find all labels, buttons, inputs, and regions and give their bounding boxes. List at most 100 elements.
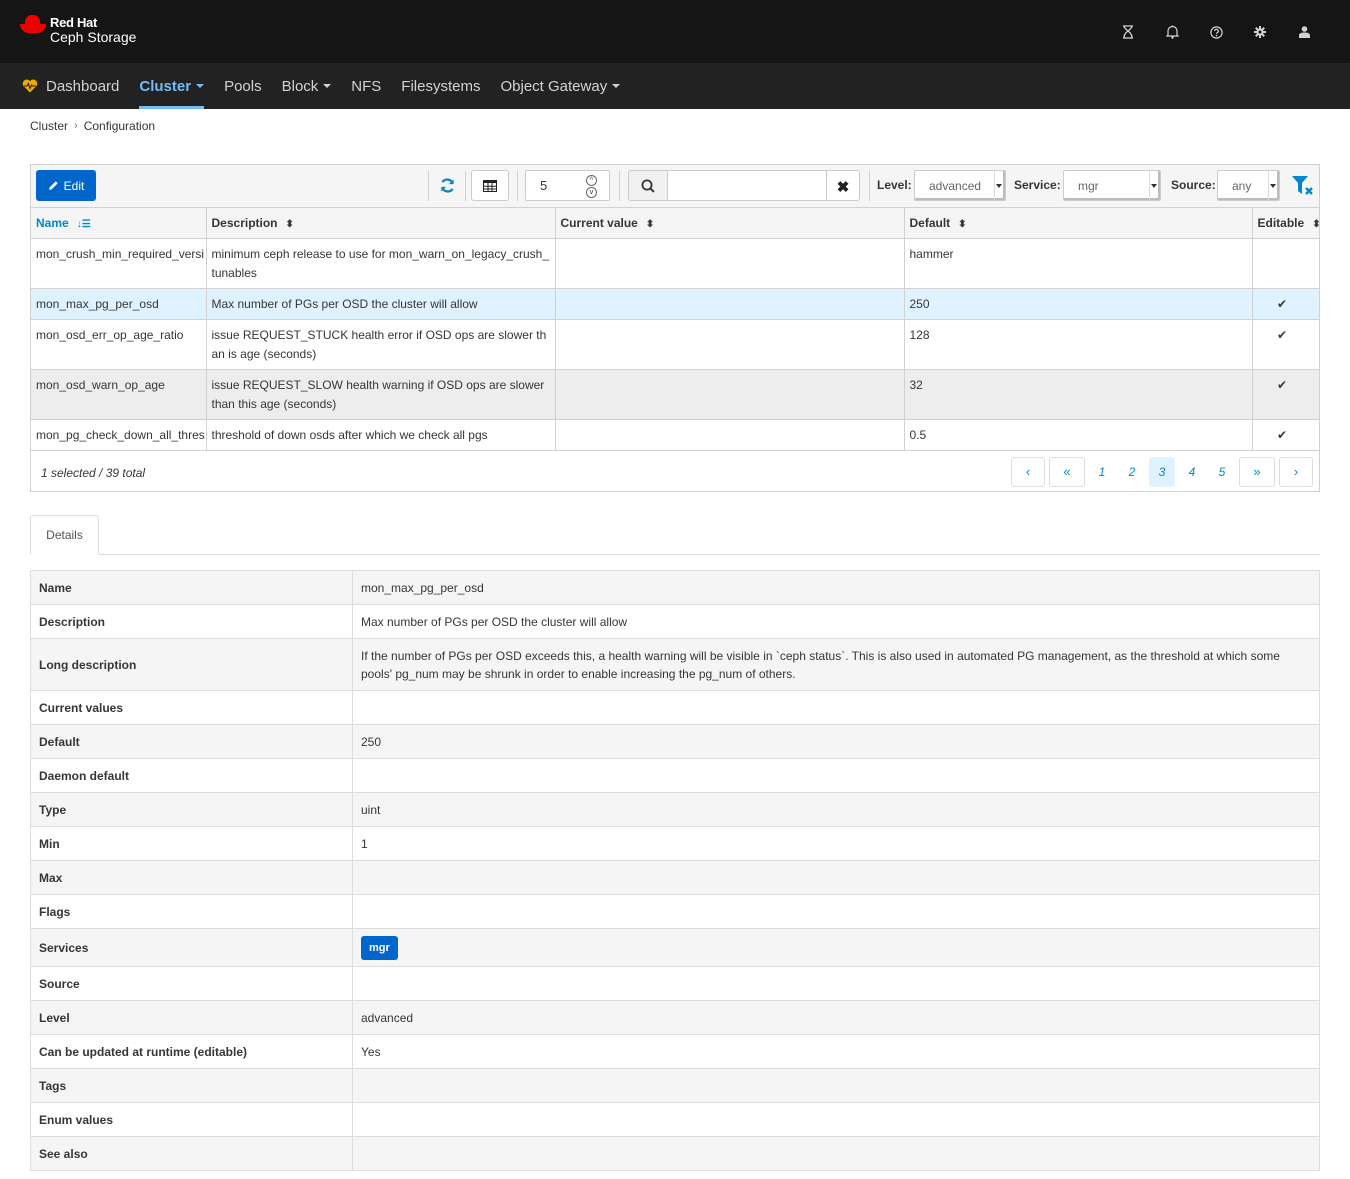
check-icon: ✔ [1252,319,1320,370]
bell-icon[interactable] [1150,21,1194,43]
detail-row: Source [30,966,1320,1001]
detail-key: Enum values [30,1102,353,1137]
dropdown-arrow-icon [1151,184,1157,188]
refresh-button[interactable] [437,175,457,195]
nav-block[interactable]: Block [272,63,342,109]
table-row[interactable]: mon_osd_err_op_age_ratio issue REQUEST_S… [31,319,1320,370]
cell-name: mon_crush_min_required_versi [31,238,207,289]
column-header-description[interactable]: Description ⬍ [206,208,556,239]
edit-button[interactable]: Edit [36,170,96,201]
detail-key: Long description [30,638,353,691]
nav-object-gateway[interactable]: Object Gateway [490,63,630,109]
detail-value [352,1102,1320,1137]
detail-row: Daemon default [30,758,1320,793]
detail-row: Current values [30,690,1320,725]
column-header-current-value[interactable]: Current value ⬍ [555,208,905,239]
nav-nfs-label: NFS [351,77,382,95]
table-row[interactable]: mon_pg_check_down_all_thres threshold of… [31,419,1320,451]
page-3[interactable]: 3 [1149,456,1175,487]
detail-row: Enum values [30,1102,1320,1137]
table-row[interactable]: mon_osd_warn_op_age issue REQUEST_SLOW h… [31,369,1320,420]
refresh-icon [440,177,454,193]
cell-name: mon_osd_warn_op_age [31,369,207,420]
detail-value: If the number of PGs per OSD exceeds thi… [352,638,1320,691]
prev-page-button[interactable]: ‹ [1011,456,1045,487]
level-filter-label: Level: [877,178,912,192]
cell-current-value [555,419,905,451]
service-filter-label: Service: [1014,178,1061,192]
search-button[interactable] [628,170,668,201]
detail-row: Level advanced [30,1000,1320,1035]
column-header-editable[interactable]: Editable⬍ [1252,208,1320,239]
detail-value: 1 [352,826,1320,861]
service-filter-select[interactable]: mgr [1063,170,1161,201]
edit-button-label: Edit [63,178,85,193]
detail-row: Name mon_max_pg_per_osd [30,570,1320,605]
masthead: Red Hat Ceph Storage [0,0,1350,63]
detail-key: Type [30,792,353,827]
cell-default: 0.5 [904,419,1253,451]
selection-count: 1 selected / 39 total [41,465,146,480]
cell-name: mon_pg_check_down_all_thres [31,419,207,451]
nav-dashboard[interactable]: Dashboard [22,63,129,109]
increment-icon[interactable]: ^ [586,175,597,186]
detail-key: Tags [30,1068,353,1103]
nav-filesystems-label: Filesystems [401,77,481,95]
caret-down-icon [323,84,332,88]
level-filter-select[interactable]: advanced [914,170,1006,201]
detail-key: Default [30,724,353,759]
nav-cluster[interactable]: Cluster [129,63,214,109]
column-header-name[interactable]: Name ↓☰ [31,208,207,239]
page-2[interactable]: 2 [1119,457,1145,487]
nav-nfs[interactable]: NFS [341,63,391,109]
source-filter-select[interactable]: any [1217,170,1280,201]
cell-default: 128 [904,319,1253,370]
nav-pools[interactable]: Pools [214,63,272,109]
column-header-default[interactable]: Default ⬍ [904,208,1253,239]
config-table: Edit 5 ^ v ✖ Level: advanced Service: mg… [30,164,1320,492]
detail-value [352,894,1320,929]
detail-key: Description [30,604,353,639]
brand-logo[interactable]: Red Hat Ceph Storage [20,15,136,45]
nav-filesystems[interactable]: Filesystems [391,63,490,109]
nav-cluster-label: Cluster [139,77,192,95]
user-icon[interactable] [1282,21,1326,43]
hourglass-icon[interactable] [1106,21,1150,43]
column-toggle-button[interactable] [471,170,509,201]
gear-icon[interactable] [1238,21,1282,43]
detail-value [352,758,1320,793]
tab-details[interactable]: Details [30,515,99,555]
detail-value: uint [352,792,1320,827]
help-icon[interactable] [1194,21,1238,43]
table-toolbar: Edit 5 ^ v ✖ Level: advanced Service: mg… [31,165,1319,208]
page-5[interactable]: 5 [1209,457,1235,487]
table-row[interactable]: mon_max_pg_per_osd Max number of PGs per… [31,288,1320,320]
search-icon [641,179,655,193]
cell-description: minimum ceph release to use for mon_warn… [206,238,556,289]
detail-row: Description Max number of PGs per OSD the… [30,604,1320,639]
dropdown-arrow-icon [1270,184,1276,188]
toolbar-divider [517,171,518,201]
cell-name: mon_osd_err_op_age_ratio [31,319,207,370]
clear-filters-button[interactable] [1291,175,1315,197]
page-size-input[interactable]: 5 ^ v [525,170,610,201]
breadcrumb-cluster[interactable]: Cluster [30,119,68,133]
decrement-icon[interactable]: v [586,187,597,198]
service-filter-value: mgr [1078,178,1099,193]
detail-value: advanced [352,1000,1320,1035]
cell-description: issue REQUEST_SLOW health warning if OSD… [206,369,556,420]
first-page-button[interactable]: « [1049,456,1085,487]
page-1[interactable]: 1 [1089,457,1115,487]
clear-search-button[interactable]: ✖ [826,170,860,201]
heartbeat-icon [22,79,38,93]
page-4[interactable]: 4 [1179,457,1205,487]
next-page-button[interactable]: › [1279,456,1313,487]
detail-value: 250 [352,724,1320,759]
table-row[interactable]: mon_crush_min_required_versi minimum cep… [31,238,1320,289]
nav-object-gateway-label: Object Gateway [500,77,608,95]
detail-key: Flags [30,894,353,929]
sort-icon: ⬍ [285,218,294,230]
search-input[interactable] [667,170,827,201]
last-page-button[interactable]: » [1239,456,1275,487]
table-columns-icon [483,179,497,192]
